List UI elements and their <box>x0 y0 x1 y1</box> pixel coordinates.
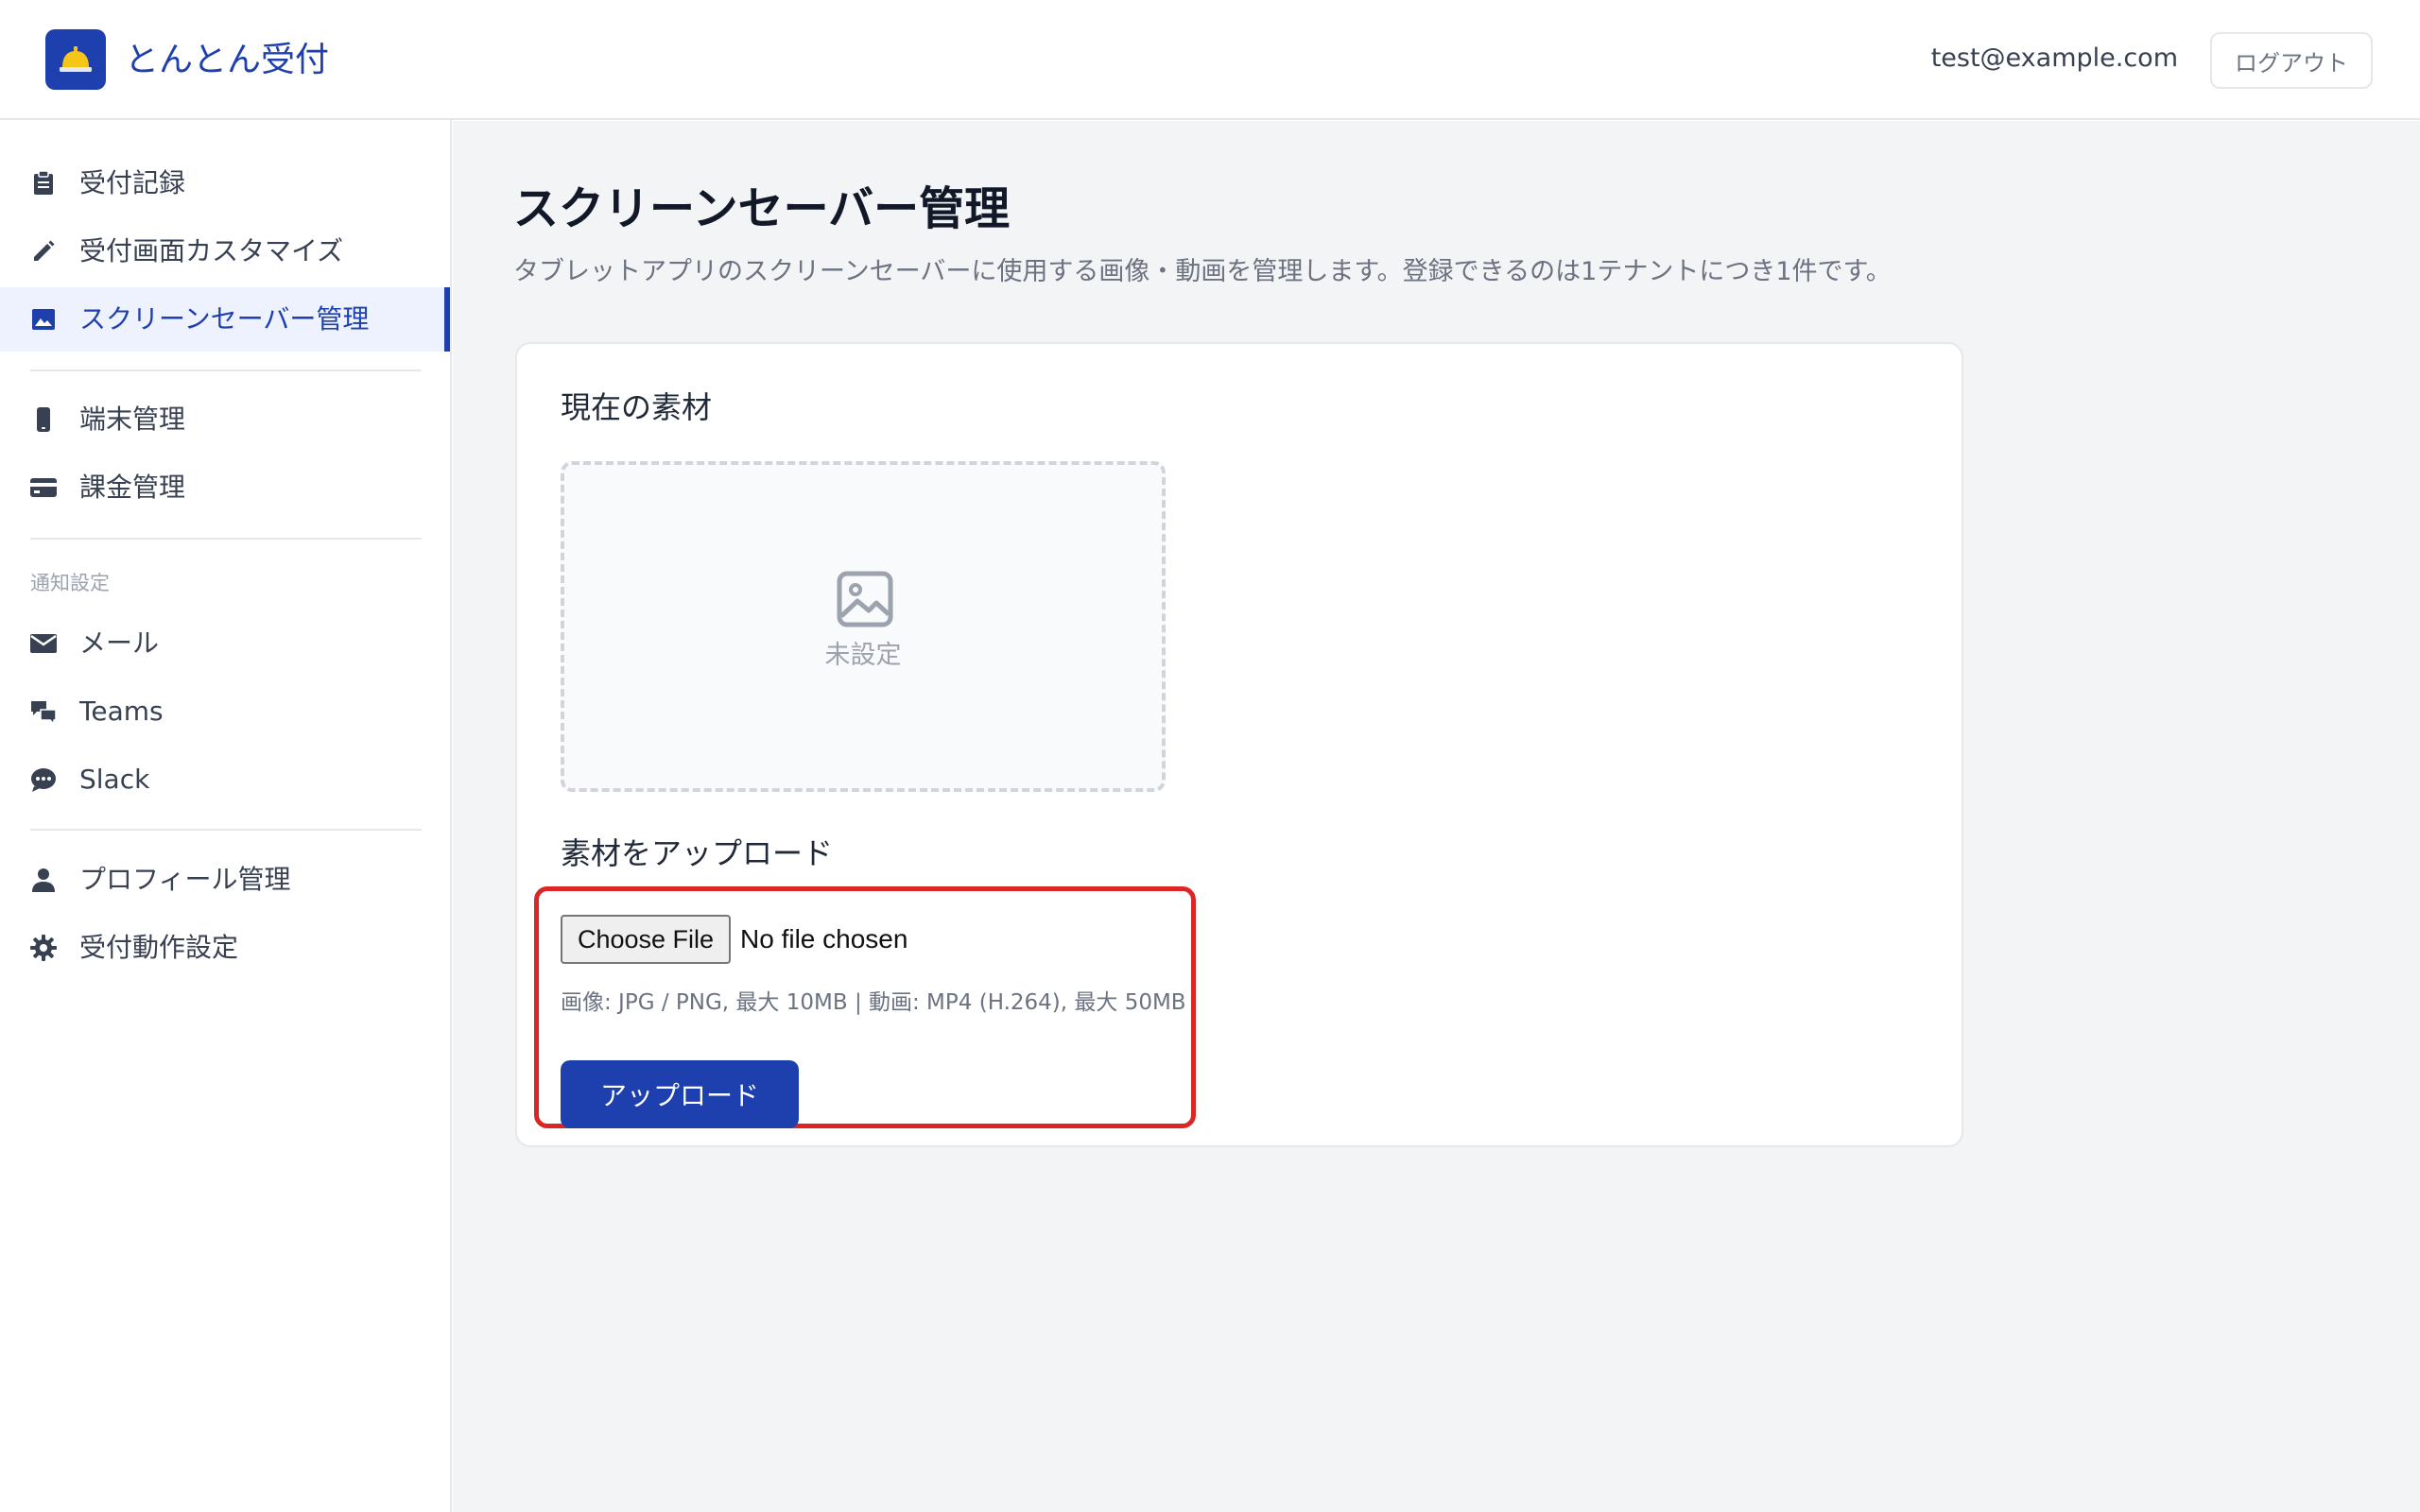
gear-icon <box>30 935 57 961</box>
sidebar-divider <box>30 829 422 831</box>
sidebar-divider <box>30 369 422 371</box>
screensaver-card: 現在の素材 未設定 素材をアップロード Choose File No file … <box>515 342 1963 1147</box>
clipboard-icon <box>30 170 57 197</box>
current-material-preview: 未設定 <box>561 461 1166 792</box>
sidebar-item-screen-customize[interactable]: 受付画面カスタマイズ <box>0 219 450 284</box>
sidebar-item-slack[interactable]: Slack <box>0 747 450 812</box>
top-header: とんとん受付 test@example.com ログアウト <box>0 0 2420 120</box>
sidebar-item-profile[interactable]: プロフィール管理 <box>0 848 450 912</box>
sidebar-item-label: 受付画面カスタマイズ <box>79 235 344 266</box>
credit-card-icon <box>30 474 57 501</box>
app-title: とんとん受付 <box>125 41 330 79</box>
sidebar-item-label: メール <box>79 627 160 659</box>
sidebar-item-label: スクリーンセーバー管理 <box>79 303 370 335</box>
file-input[interactable]: Choose File No file chosen <box>561 915 908 964</box>
chat-icon <box>30 766 57 793</box>
page-title: スクリーンセーバー管理 <box>513 182 1011 235</box>
sidebar-item-reception-records[interactable]: 受付記録 <box>0 151 450 215</box>
sidebar-item-screensaver[interactable]: スクリーンセーバー管理 <box>0 287 450 352</box>
sidebar-item-label: プロフィール管理 <box>79 864 291 895</box>
pencil-icon <box>30 238 57 265</box>
file-hint: 画像: JPG / PNG, 最大 10MB | 動画: MP4 (H.264)… <box>561 990 1186 1015</box>
preview-empty-label: 未設定 <box>824 641 902 670</box>
app-logo[interactable] <box>45 29 106 90</box>
main-content: スクリーンセーバー管理 タブレットアプリのスクリーンセーバーに使用する画像・動画… <box>453 121 2420 1512</box>
section-label-notifications: 通知設定 <box>30 572 110 594</box>
sidebar-item-label: 受付動作設定 <box>79 932 239 963</box>
sidebar-item-label: 課金管理 <box>79 472 186 503</box>
upload-heading: 素材をアップロード <box>561 835 834 871</box>
image-placeholder-icon <box>837 571 893 627</box>
phone-icon <box>30 406 57 433</box>
logout-button[interactable]: ログアウト <box>2210 32 2373 89</box>
upload-button[interactable]: アップロード <box>561 1060 799 1128</box>
sidebar-item-reception-settings[interactable]: 受付動作設定 <box>0 916 450 980</box>
sidebar-item-label: 受付記録 <box>79 167 186 198</box>
chat-bubbles-icon <box>30 698 57 725</box>
page-description: タブレットアプリのスクリーンセーバーに使用する画像・動画を管理します。登録できる… <box>513 257 1892 286</box>
sidebar: 受付記録 受付画面カスタマイズ スクリーンセーバー管理 端末管理 課金管理 通知… <box>0 120 452 1512</box>
mail-icon <box>30 630 57 657</box>
sidebar-item-label: Teams <box>79 696 164 727</box>
file-status: No file chosen <box>740 924 908 954</box>
person-icon <box>30 867 57 893</box>
bell-icon <box>60 46 92 72</box>
user-email: test@example.com <box>1930 43 2178 73</box>
sidebar-item-mail[interactable]: メール <box>0 611 450 676</box>
sidebar-item-label: 端末管理 <box>79 404 186 435</box>
active-indicator <box>444 287 450 352</box>
sidebar-item-billing[interactable]: 課金管理 <box>0 455 450 520</box>
image-icon <box>30 306 57 333</box>
sidebar-item-teams[interactable]: Teams <box>0 679 450 744</box>
current-material-heading: 現在の素材 <box>561 389 713 425</box>
choose-file-button[interactable]: Choose File <box>561 915 731 964</box>
sidebar-item-label: Slack <box>79 764 150 795</box>
sidebar-divider <box>30 538 422 540</box>
sidebar-item-devices[interactable]: 端末管理 <box>0 387 450 452</box>
